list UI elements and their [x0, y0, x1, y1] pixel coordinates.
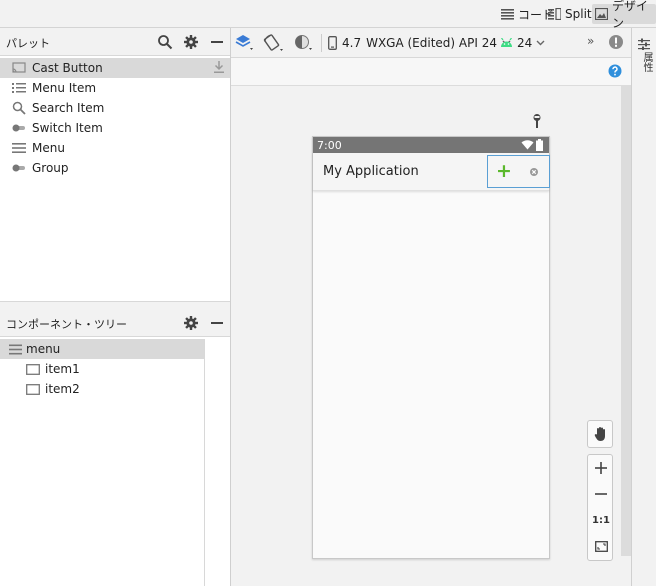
tree-item-label: item2 [45, 382, 80, 396]
hamburger-icon [11, 140, 27, 156]
tree-item-label: item1 [45, 362, 80, 376]
tree-item-item1[interactable]: item1 [26, 359, 80, 379]
palette-item-search-item[interactable]: Search Item [0, 98, 230, 118]
split-view-icon [548, 8, 561, 20]
palette-item-label: Cast Button [32, 61, 103, 75]
sliders-icon [638, 38, 650, 50]
chevron-down-icon [536, 40, 545, 46]
device-preview[interactable]: 7:00 My Application + [312, 136, 550, 559]
battery-icon [536, 139, 543, 151]
device-selector[interactable]: 4.7 WXGA (Edited) API 24 [328, 34, 511, 52]
design-toolbar: 4.7 WXGA (Edited) API 24 24 » [231, 28, 631, 58]
palette-header: パレット [0, 28, 230, 56]
design-mode-button[interactable]: デザイン [592, 0, 656, 30]
view-mode-bar: コード Split デザイン [0, 0, 656, 30]
palette-item-switch-item[interactable]: Switch Item [0, 118, 230, 138]
zoom-controls: 1:1 [587, 454, 613, 561]
device-size: 4.7 [342, 36, 362, 50]
attributes-tab[interactable]: 属性 [639, 52, 654, 72]
android-icon [500, 38, 513, 48]
tree-item-label: menu [26, 342, 61, 356]
palette-item-menu-item[interactable]: Menu Item [0, 78, 230, 98]
zoom-actual-size-button[interactable]: 1:1 [588, 507, 614, 533]
theme-icon[interactable] [294, 34, 314, 52]
hamburger-icon [9, 344, 22, 355]
component-tree-title: コンポーネント・ツリー [6, 318, 127, 331]
tree-item-menu[interactable]: menu [0, 339, 204, 359]
download-icon[interactable] [213, 60, 225, 74]
toolbar-divider [321, 34, 322, 52]
left-panel: パレット Cast Button Menu Item Search Item S… [0, 28, 231, 586]
pan-hand-icon[interactable] [588, 421, 614, 447]
palette-item-cast-button[interactable]: Cast Button [0, 58, 230, 78]
overflow-menu-icon[interactable]: » [587, 34, 594, 48]
minimize-icon[interactable] [209, 34, 225, 50]
layers-icon[interactable] [235, 34, 255, 52]
zoom-fit-button[interactable] [588, 533, 614, 559]
design-subbar [231, 58, 631, 86]
api-level-selector[interactable]: 24 [500, 34, 545, 52]
status-time: 7:00 [317, 139, 342, 152]
device-name: WXGA (Edited) API 24 [366, 36, 497, 50]
menu-item-icon [26, 363, 40, 375]
wifi-icon [521, 140, 534, 150]
close-icon[interactable] [529, 167, 539, 177]
component-tree: menu item1 item2 [0, 339, 205, 586]
minimize-icon[interactable] [209, 315, 225, 331]
status-bar: 7:00 [313, 137, 549, 153]
split-mode-label: Split [565, 7, 592, 21]
panel-splitter[interactable] [0, 301, 230, 309]
toggle-icon [11, 120, 27, 136]
gear-icon[interactable] [183, 34, 199, 50]
help-icon[interactable] [608, 64, 622, 78]
image-icon [595, 8, 608, 20]
warning-icon[interactable] [608, 34, 624, 50]
zoom-in-button[interactable] [588, 455, 614, 481]
phone-icon [328, 36, 337, 50]
palette-title: パレット [6, 37, 50, 50]
tree-item-item2[interactable]: item2 [26, 379, 80, 399]
pin-icon[interactable] [531, 113, 543, 129]
palette-item-label: Group [32, 161, 69, 175]
list-icon [11, 80, 27, 96]
add-icon[interactable]: + [496, 160, 512, 182]
search-icon [11, 100, 27, 116]
menu-selection-box[interactable]: + [487, 155, 550, 188]
palette-item-label: Menu [32, 141, 65, 155]
palette-item-label: Search Item [32, 101, 105, 115]
cast-icon [11, 60, 27, 76]
palette-item-label: Switch Item [32, 121, 103, 135]
app-title: My Application [323, 164, 419, 179]
app-bar: My Application + [313, 153, 550, 191]
design-mode-label: デザイン [612, 0, 649, 30]
orientation-icon[interactable] [263, 33, 285, 53]
toggle-icon [11, 160, 27, 176]
code-lines-icon [501, 8, 514, 20]
search-icon[interactable] [157, 34, 173, 50]
zoom-out-button[interactable] [588, 481, 614, 507]
palette-item-menu[interactable]: Menu [0, 138, 230, 158]
api-level: 24 [517, 36, 533, 50]
vertical-scrollbar[interactable] [621, 86, 631, 556]
split-mode-button[interactable]: Split [545, 4, 595, 24]
menu-item-icon [26, 383, 40, 395]
attributes-strip: 属性 [631, 28, 656, 586]
palette-item-group[interactable]: Group [0, 158, 230, 178]
pan-tool-group [587, 420, 613, 448]
component-tree-header: コンポーネント・ツリー [0, 309, 230, 337]
palette-item-label: Menu Item [32, 81, 97, 95]
gear-icon[interactable] [183, 315, 199, 331]
